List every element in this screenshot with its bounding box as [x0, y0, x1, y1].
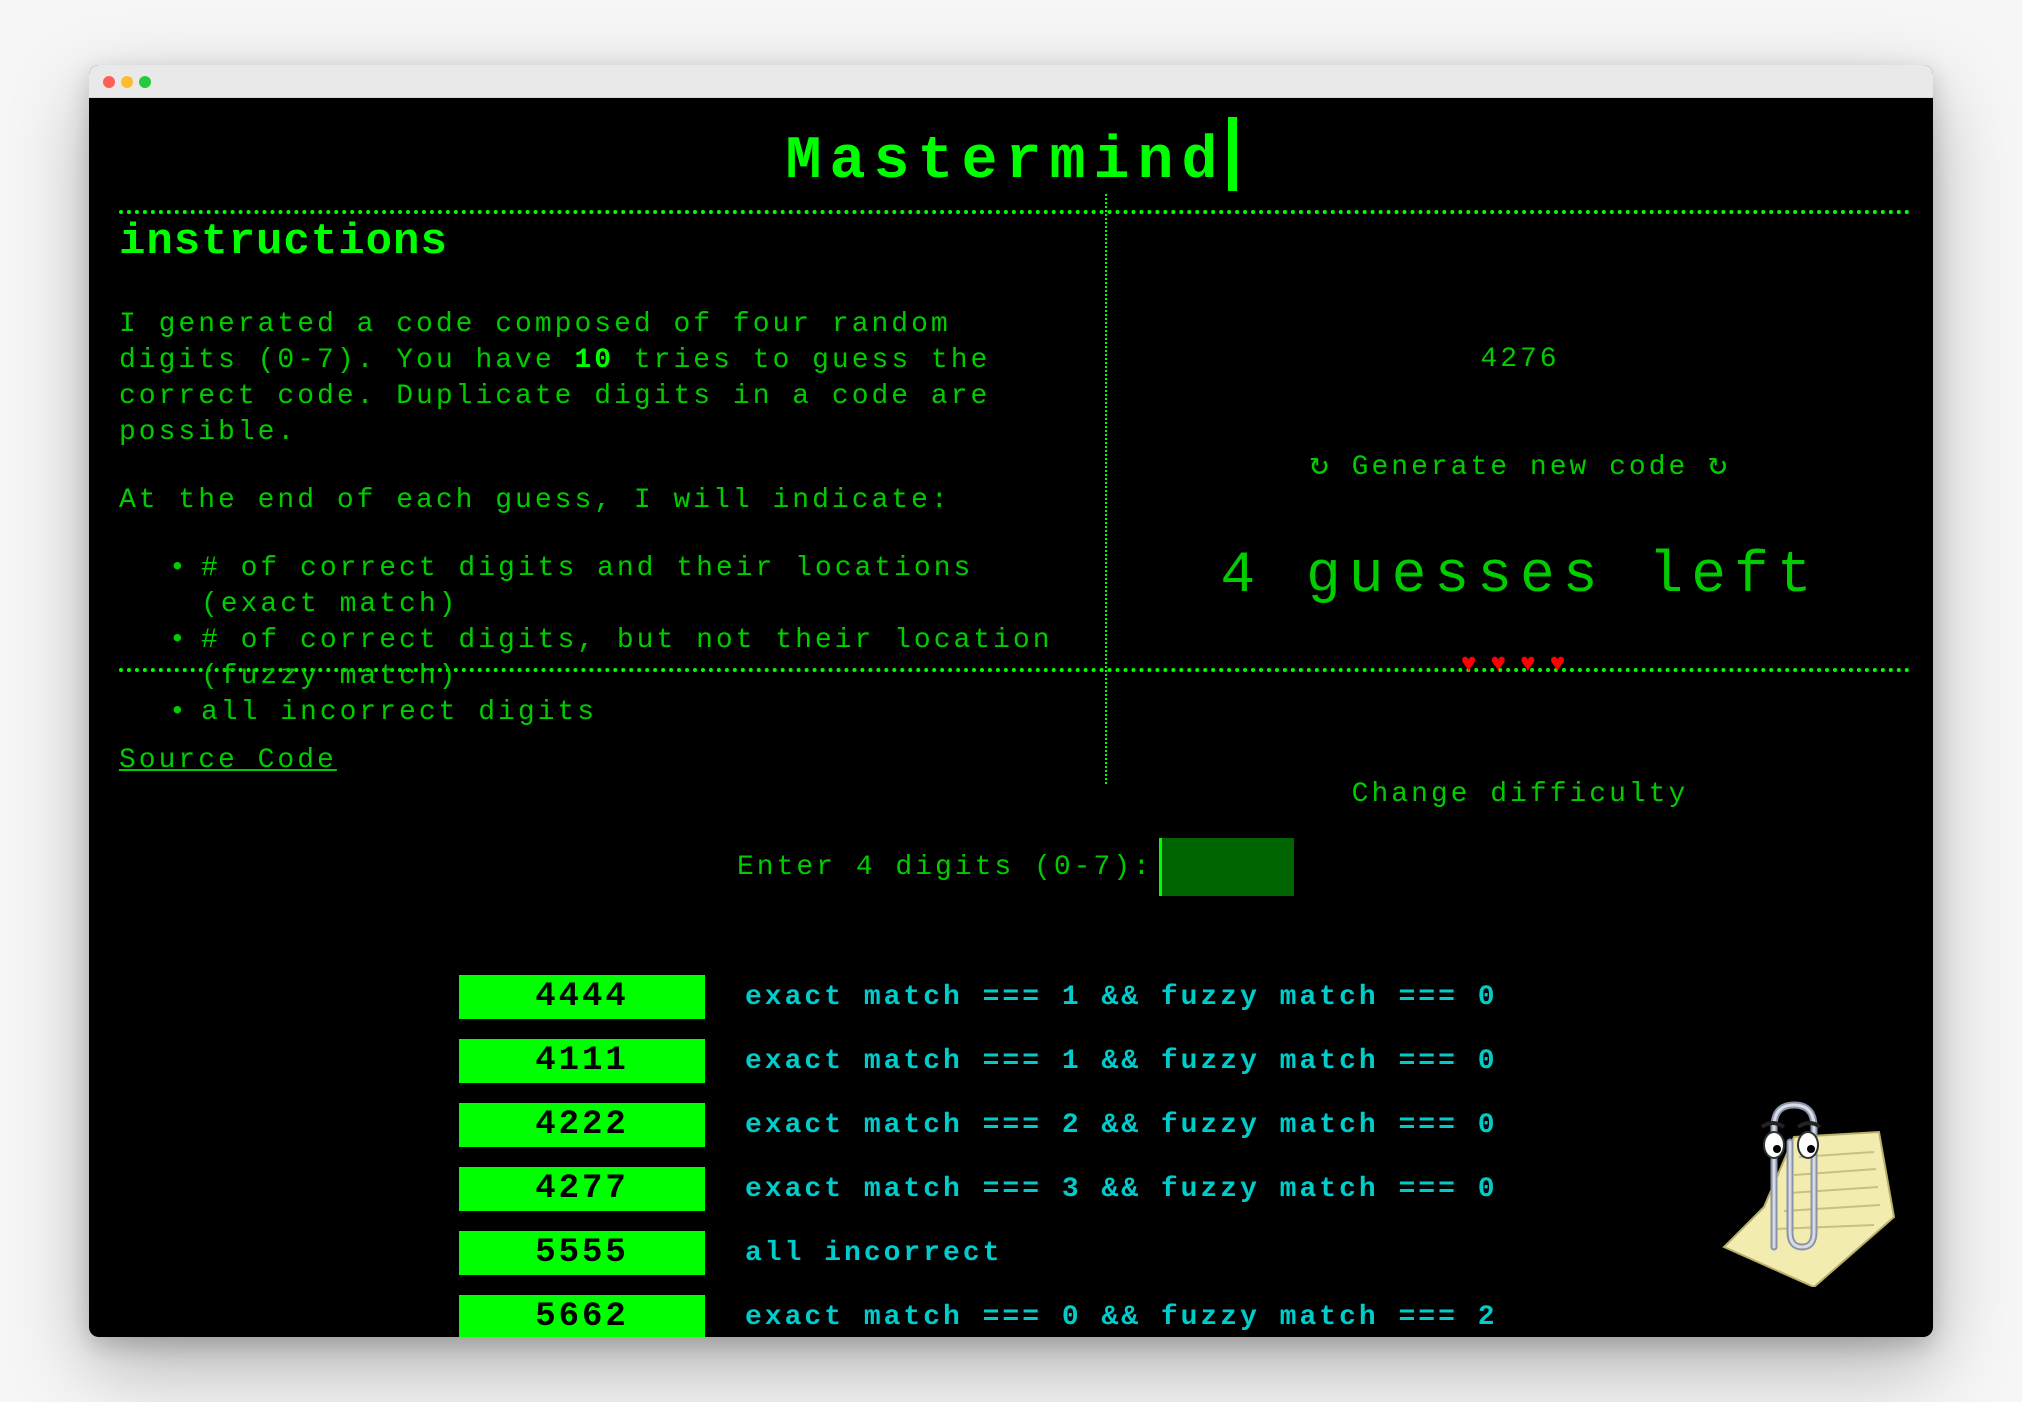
indicator-list: • # of correct digits and their locations… [119, 551, 1079, 731]
guess-row: 5662 exact match === 0 && fuzzy match ==… [459, 1295, 1498, 1337]
guess-code: 5662 [459, 1295, 705, 1337]
list-item-text: all incorrect digits [201, 697, 598, 728]
guess-result: exact match === 3 && fuzzy match === 0 [745, 1173, 1498, 1205]
secret-code: 4276 [1480, 344, 1560, 375]
guess-code: 4222 [459, 1103, 705, 1147]
browser-window: Mastermind instructions I generated a co… [89, 65, 1933, 1337]
guess-result: exact match === 0 && fuzzy match === 2 [745, 1301, 1498, 1333]
guess-result: exact match === 2 && fuzzy match === 0 [745, 1109, 1498, 1141]
guess-input[interactable] [1158, 838, 1294, 896]
instructions-intro: I generated a code composed of four rand… [119, 307, 1079, 451]
guess-row: 4444 exact match === 1 && fuzzy match ==… [459, 975, 1498, 1019]
change-difficulty-button[interactable]: Change difficulty [1107, 779, 1933, 810]
indicate-text: At the end of each guess, I will indicat… [119, 485, 951, 516]
page-title-text: Mastermind [785, 128, 1226, 196]
page-content: Mastermind instructions I generated a co… [89, 97, 1933, 1337]
lives-hearts: ♥♥♥♥ [1460, 649, 1580, 679]
guess-result: exact match === 1 && fuzzy match === 0 [745, 981, 1498, 1013]
guess-result: all incorrect [745, 1237, 1003, 1269]
guesses-left: 4 guesses left [1220, 544, 1820, 609]
bullet-icon: • [169, 553, 189, 584]
bullet-icon: • [169, 625, 189, 656]
refresh-icon: ↻ [1708, 447, 1731, 484]
list-item: • all incorrect digits [169, 695, 1079, 731]
guess-row: 4111 exact match === 1 && fuzzy match ==… [459, 1039, 1498, 1083]
list-item-text: # of correct digits, but not their locat… [201, 625, 1053, 692]
window-titlebar [89, 65, 1933, 98]
guess-result: exact match === 1 && fuzzy match === 0 [745, 1045, 1498, 1077]
guess-entry: Enter 4 digits (0-7): [737, 838, 1294, 896]
guess-code: 4111 [459, 1039, 705, 1083]
guess-code: 4444 [459, 975, 705, 1019]
instructions-heading: instructions [119, 217, 448, 267]
text-cursor [1227, 117, 1237, 191]
instructions-panel: instructions I generated a code composed… [119, 217, 1079, 763]
clippy-assistant-icon[interactable] [1704, 1097, 1904, 1287]
close-window-button[interactable] [103, 76, 115, 88]
minimize-window-button[interactable] [121, 76, 133, 88]
generate-label: Generate new code [1351, 452, 1689, 483]
guess-row: 4222 exact match === 2 && fuzzy match ==… [459, 1103, 1498, 1147]
page-title: Mastermind [89, 117, 1933, 196]
refresh-icon: ↻ [1309, 447, 1332, 484]
guess-row: 5555 all incorrect [459, 1231, 1002, 1275]
guess-code: 5555 [459, 1231, 705, 1275]
guess-row: 4277 exact match === 3 && fuzzy match ==… [459, 1167, 1498, 1211]
top-divider [119, 210, 1911, 214]
list-item: • # of correct digits and their locations… [169, 551, 1079, 623]
list-item-text: # of correct digits and their locations … [201, 553, 974, 620]
generate-new-code-button[interactable]: ↻ Generate new code ↻ [1107, 444, 1933, 484]
column-divider [1105, 194, 1107, 784]
maximize-window-button[interactable] [139, 76, 151, 88]
tries-count: 10 [574, 345, 615, 376]
guess-code: 4277 [459, 1167, 705, 1211]
bullet-icon: • [169, 697, 189, 728]
list-item: • # of correct digits, but not their loca… [169, 623, 1079, 695]
guess-entry-label: Enter 4 digits (0-7): [737, 851, 1153, 883]
source-code-link[interactable]: Source Code [119, 745, 337, 776]
